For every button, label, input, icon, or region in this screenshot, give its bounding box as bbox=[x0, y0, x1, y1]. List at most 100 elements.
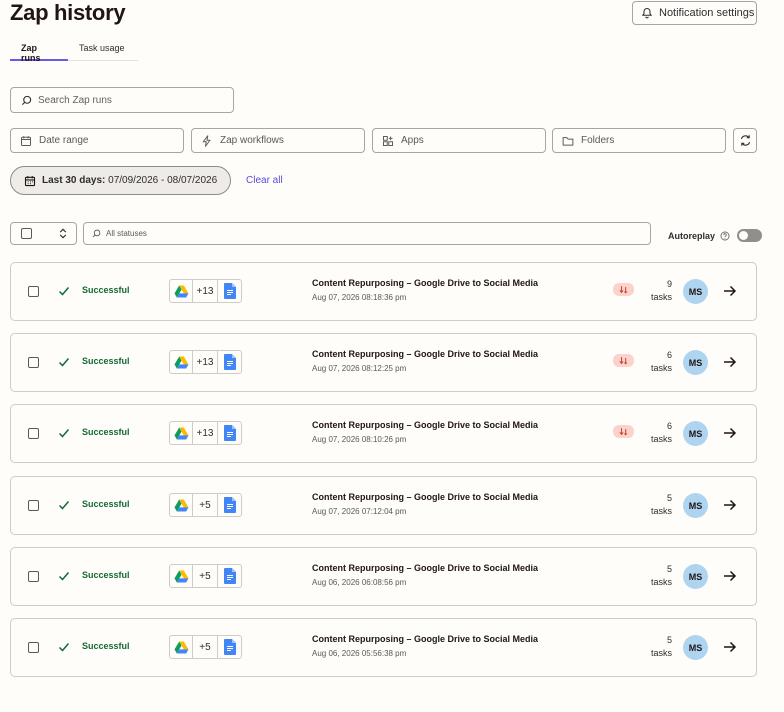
chevron-up-down-icon bbox=[59, 228, 67, 239]
autoreplay-label: Autoreplay bbox=[668, 230, 716, 241]
task-count-label: tasks bbox=[650, 292, 672, 302]
google-drive-icon bbox=[174, 640, 188, 654]
refresh-icon bbox=[740, 135, 750, 146]
replay-icon bbox=[618, 357, 627, 365]
zap-name[interactable]: Content Repurposing – Google Drive to So… bbox=[312, 278, 538, 288]
run-timestamp: Aug 06, 2026 05:56:38 pm bbox=[312, 649, 407, 658]
zap-run-row[interactable]: Successful +13 Content Repurposing – Goo… bbox=[10, 333, 757, 392]
task-count-label: tasks bbox=[650, 363, 672, 373]
select-all-checkbox[interactable] bbox=[21, 228, 32, 239]
date-range-filter[interactable]: Date range bbox=[10, 128, 184, 153]
clear-all-link[interactable]: Clear all bbox=[246, 175, 283, 186]
active-date-filter-chip[interactable]: Last 30 days: 07/09/2026 - 08/07/2026 bbox=[10, 166, 231, 195]
google-docs-icon bbox=[223, 568, 236, 584]
more-apps-count: +13 bbox=[193, 351, 218, 373]
notification-settings-button[interactable]: Notification settings bbox=[632, 1, 757, 25]
checkmark-icon bbox=[58, 358, 70, 367]
zap-workflows-filter[interactable]: Zap workflows bbox=[191, 128, 365, 153]
run-timestamp: Aug 06, 2026 06:08:56 pm bbox=[312, 578, 407, 587]
zap-run-row[interactable]: Successful +5 Content Repurposing – Goog… bbox=[10, 547, 757, 606]
row-checkbox[interactable] bbox=[28, 286, 39, 297]
run-status: Successful bbox=[82, 570, 130, 580]
apps-label: Apps bbox=[401, 135, 424, 146]
zap-run-row[interactable]: Successful +13 Content Repurposing – Goo… bbox=[10, 262, 757, 321]
row-checkbox[interactable] bbox=[28, 428, 39, 439]
more-apps-count: +5 bbox=[193, 494, 218, 516]
zap-name[interactable]: Content Repurposing – Google Drive to So… bbox=[312, 634, 538, 644]
arrow-right-icon[interactable] bbox=[723, 569, 737, 583]
google-drive-icon bbox=[174, 569, 188, 583]
bulk-select-dropdown[interactable] bbox=[10, 222, 77, 245]
google-drive-icon bbox=[174, 355, 188, 369]
status-filter-placeholder: All statuses bbox=[106, 229, 147, 238]
app-icons-group: +5 bbox=[169, 493, 242, 517]
google-docs-icon bbox=[223, 354, 236, 370]
refresh-button[interactable] bbox=[733, 128, 757, 153]
run-status: Successful bbox=[82, 427, 130, 437]
zap-name[interactable]: Content Repurposing – Google Drive to So… bbox=[312, 349, 538, 359]
google-docs-icon bbox=[223, 639, 236, 655]
search-placeholder: Search Zap runs bbox=[38, 94, 112, 106]
calendar-icon bbox=[21, 135, 31, 146]
task-count-label: tasks bbox=[650, 506, 672, 516]
active-filter-label: Last 30 days: bbox=[42, 175, 106, 186]
zap-name[interactable]: Content Repurposing – Google Drive to So… bbox=[312, 420, 538, 430]
checkmark-icon bbox=[58, 429, 70, 438]
more-apps-count: +5 bbox=[193, 565, 218, 587]
app-icons-group: +5 bbox=[169, 635, 242, 659]
run-status: Successful bbox=[82, 356, 130, 366]
calendar-icon bbox=[24, 175, 36, 186]
search-icon bbox=[92, 229, 101, 238]
task-count: 5 tasks bbox=[638, 634, 672, 660]
google-drive-icon bbox=[174, 498, 188, 512]
zap-run-row[interactable]: Successful +5 Content Repurposing – Goog… bbox=[10, 476, 757, 535]
apps-filter[interactable]: Apps bbox=[372, 128, 546, 153]
status-filter-input[interactable]: All statuses bbox=[83, 222, 651, 245]
checkmark-icon bbox=[58, 572, 70, 581]
row-checkbox[interactable] bbox=[28, 571, 39, 582]
zap-name[interactable]: Content Repurposing – Google Drive to So… bbox=[312, 492, 538, 502]
row-checkbox[interactable] bbox=[28, 357, 39, 368]
app-icons-group: +13 bbox=[169, 421, 242, 445]
arrow-right-icon[interactable] bbox=[723, 284, 737, 298]
notification-settings-label: Notification settings bbox=[659, 7, 755, 19]
zap-workflows-label: Zap workflows bbox=[220, 135, 284, 146]
autoreplay-toggle[interactable] bbox=[737, 229, 763, 242]
arrow-right-icon[interactable] bbox=[723, 355, 737, 369]
help-icon[interactable] bbox=[720, 231, 730, 241]
tab-task-usage[interactable]: Task usage bbox=[68, 40, 136, 61]
date-range-label: Date range bbox=[39, 135, 89, 146]
avatar: MS bbox=[683, 279, 708, 304]
arrow-right-icon[interactable] bbox=[723, 498, 737, 512]
run-timestamp: Aug 07, 2026 08:12:25 pm bbox=[312, 364, 407, 373]
zap-run-row[interactable]: Successful +13 Content Repurposing – Goo… bbox=[10, 404, 757, 463]
replay-badge bbox=[613, 283, 634, 296]
google-drive-icon bbox=[174, 426, 188, 440]
task-count-value: 9 bbox=[666, 279, 672, 289]
row-checkbox[interactable] bbox=[28, 500, 39, 511]
zap-name[interactable]: Content Repurposing – Google Drive to So… bbox=[312, 563, 538, 573]
checkmark-icon bbox=[58, 287, 70, 296]
run-status: Successful bbox=[82, 285, 130, 295]
more-apps-count: +13 bbox=[193, 422, 218, 444]
google-docs-icon bbox=[223, 283, 236, 299]
folders-filter[interactable]: Folders bbox=[552, 128, 726, 153]
arrow-right-icon[interactable] bbox=[723, 426, 737, 440]
run-status: Successful bbox=[82, 499, 130, 509]
tab-zap-runs[interactable]: Zap runs bbox=[10, 40, 68, 63]
row-checkbox[interactable] bbox=[28, 642, 39, 653]
replay-icon bbox=[618, 428, 627, 436]
checkmark-icon bbox=[58, 643, 70, 652]
zap-run-row[interactable]: Successful +5 Content Repurposing – Goog… bbox=[10, 618, 757, 677]
task-count-value: 6 bbox=[666, 421, 672, 431]
task-count-value: 6 bbox=[666, 350, 672, 360]
active-filter-range: 07/09/2026 - 08/07/2026 bbox=[108, 175, 218, 186]
app-icons-group: +5 bbox=[169, 564, 242, 588]
more-apps-count: +13 bbox=[193, 280, 218, 302]
arrow-right-icon[interactable] bbox=[723, 640, 737, 654]
replay-badge bbox=[613, 354, 634, 367]
google-docs-icon bbox=[223, 425, 236, 441]
replay-badge bbox=[613, 425, 634, 438]
search-input[interactable]: Search Zap runs bbox=[10, 87, 234, 113]
task-count: 5 tasks bbox=[638, 492, 672, 518]
